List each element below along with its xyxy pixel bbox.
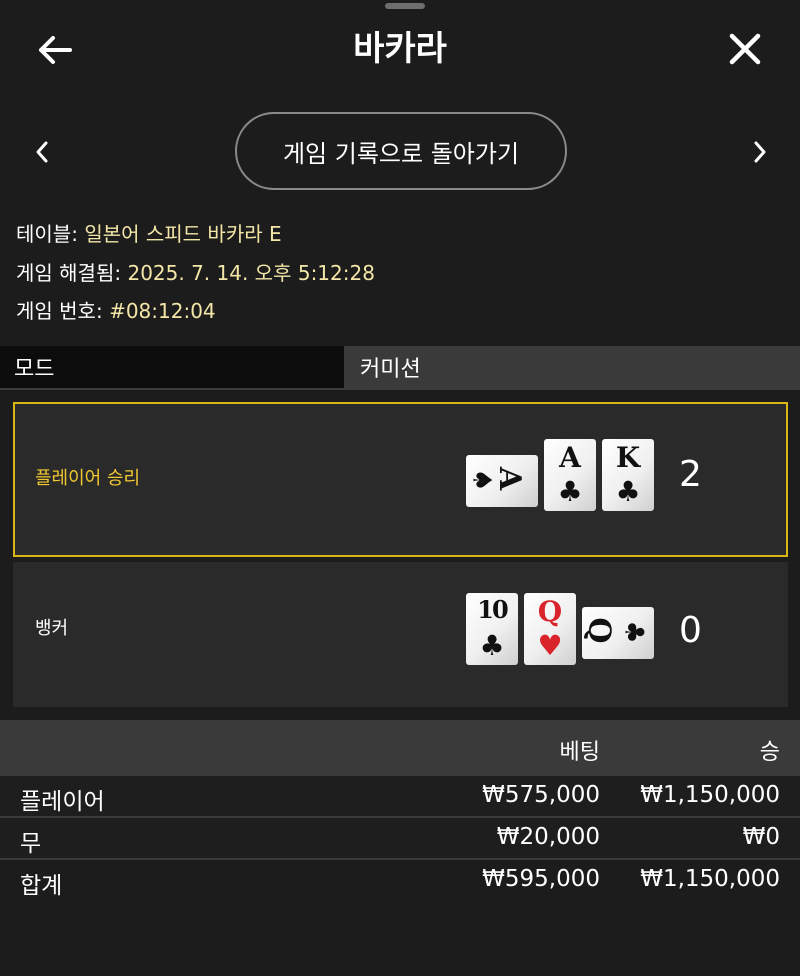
- mode-bar: 모드 커미션: [0, 346, 800, 390]
- mode-value: 커미션: [346, 346, 800, 388]
- table-header: 베팅 승: [0, 720, 800, 776]
- card-player-1: ♠ A: [466, 455, 538, 507]
- banker-hand: 뱅커 10 ♣ Q ♥ Q ♣ 0: [13, 562, 788, 707]
- card-suit: ♣: [618, 620, 649, 644]
- card-suit: ♣: [557, 475, 583, 508]
- card-player-2: A ♣: [544, 439, 596, 511]
- player-result-label: 플레이어 승리: [35, 468, 141, 489]
- banker-label: 뱅커: [35, 618, 69, 639]
- player-score: 2: [679, 454, 702, 495]
- card-suit: ♣: [615, 475, 641, 508]
- close-icon: [729, 33, 761, 65]
- player-hand: 플레이어 승리 ♠ A A ♣ K ♣ 2: [13, 402, 788, 557]
- row-bet: ₩20,000: [496, 824, 600, 850]
- header: 바카라: [0, 0, 800, 100]
- table-row: 무 ₩20,000 ₩0: [0, 818, 800, 860]
- table-row-total: 합계 ₩595,000 ₩1,150,000: [0, 860, 800, 902]
- card-suit: ♣: [479, 629, 505, 662]
- game-number-value: #08:12:04: [109, 299, 216, 323]
- row-bet: ₩575,000: [482, 782, 600, 808]
- card-suit: ♥: [537, 629, 563, 662]
- bet-table: 베팅 승 플레이어 ₩575,000 ₩1,150,000 무 ₩20,000 …: [0, 720, 800, 976]
- arrow-left-icon: [39, 36, 72, 64]
- card-player-3: K ♣: [602, 439, 654, 511]
- close-button[interactable]: [720, 26, 770, 72]
- row-win: ₩1,150,000: [640, 782, 780, 808]
- game-navigation: 게임 기록으로 돌아가기: [0, 112, 800, 192]
- chevron-right-icon: [754, 141, 766, 163]
- win-column-header: 승: [759, 740, 780, 765]
- next-game-button[interactable]: [740, 132, 780, 172]
- game-number-info: 게임 번호: #08:12:04: [16, 297, 216, 325]
- card-rank: Q: [537, 595, 563, 628]
- back-to-history-button[interactable]: 게임 기록으로 돌아가기: [235, 112, 567, 190]
- card-rank: Q: [581, 617, 617, 644]
- resolved-info: 게임 해결됨: 2025. 7. 14. 오후 5:12:28: [16, 259, 375, 287]
- row-name: 무: [20, 831, 42, 857]
- row-name: 합계: [20, 873, 63, 899]
- table-value: 일본어 스피드 바카라 E: [84, 222, 282, 246]
- table-info: 테이블: 일본어 스피드 바카라 E: [16, 220, 282, 248]
- card-banker-2: Q ♥: [524, 593, 576, 665]
- card-rank: K: [615, 441, 641, 474]
- row-name: 플레이어: [20, 789, 105, 815]
- card-banker-1: 10 ♣: [466, 593, 518, 665]
- card-rank: A: [492, 466, 528, 491]
- previous-game-button[interactable]: [22, 132, 62, 172]
- hands-area: 플레이어 승리 ♠ A A ♣ K ♣ 2 뱅커 10 ♣ Q ♥ Q ♣ 0: [0, 390, 800, 720]
- table-row: 플레이어 ₩575,000 ₩1,150,000: [0, 776, 800, 818]
- chevron-left-icon: [36, 141, 48, 163]
- table-label: 테이블:: [16, 222, 78, 246]
- back-button[interactable]: [30, 28, 80, 72]
- card-rank: 10: [477, 595, 508, 624]
- row-win: ₩0: [742, 824, 780, 850]
- bet-column-header: 베팅: [559, 740, 600, 765]
- mode-label: 모드: [0, 346, 344, 388]
- resolved-label: 게임 해결됨:: [16, 261, 122, 285]
- resolved-value: 2025. 7. 14. 오후 5:12:28: [127, 261, 375, 285]
- banker-score: 0: [679, 610, 702, 651]
- page-title: 바카라: [353, 29, 447, 69]
- card-rank: A: [559, 441, 581, 474]
- game-number-label: 게임 번호:: [16, 299, 103, 323]
- row-bet: ₩595,000: [482, 866, 600, 892]
- row-win: ₩1,150,000: [640, 866, 780, 892]
- card-banker-3: Q ♣: [582, 607, 654, 659]
